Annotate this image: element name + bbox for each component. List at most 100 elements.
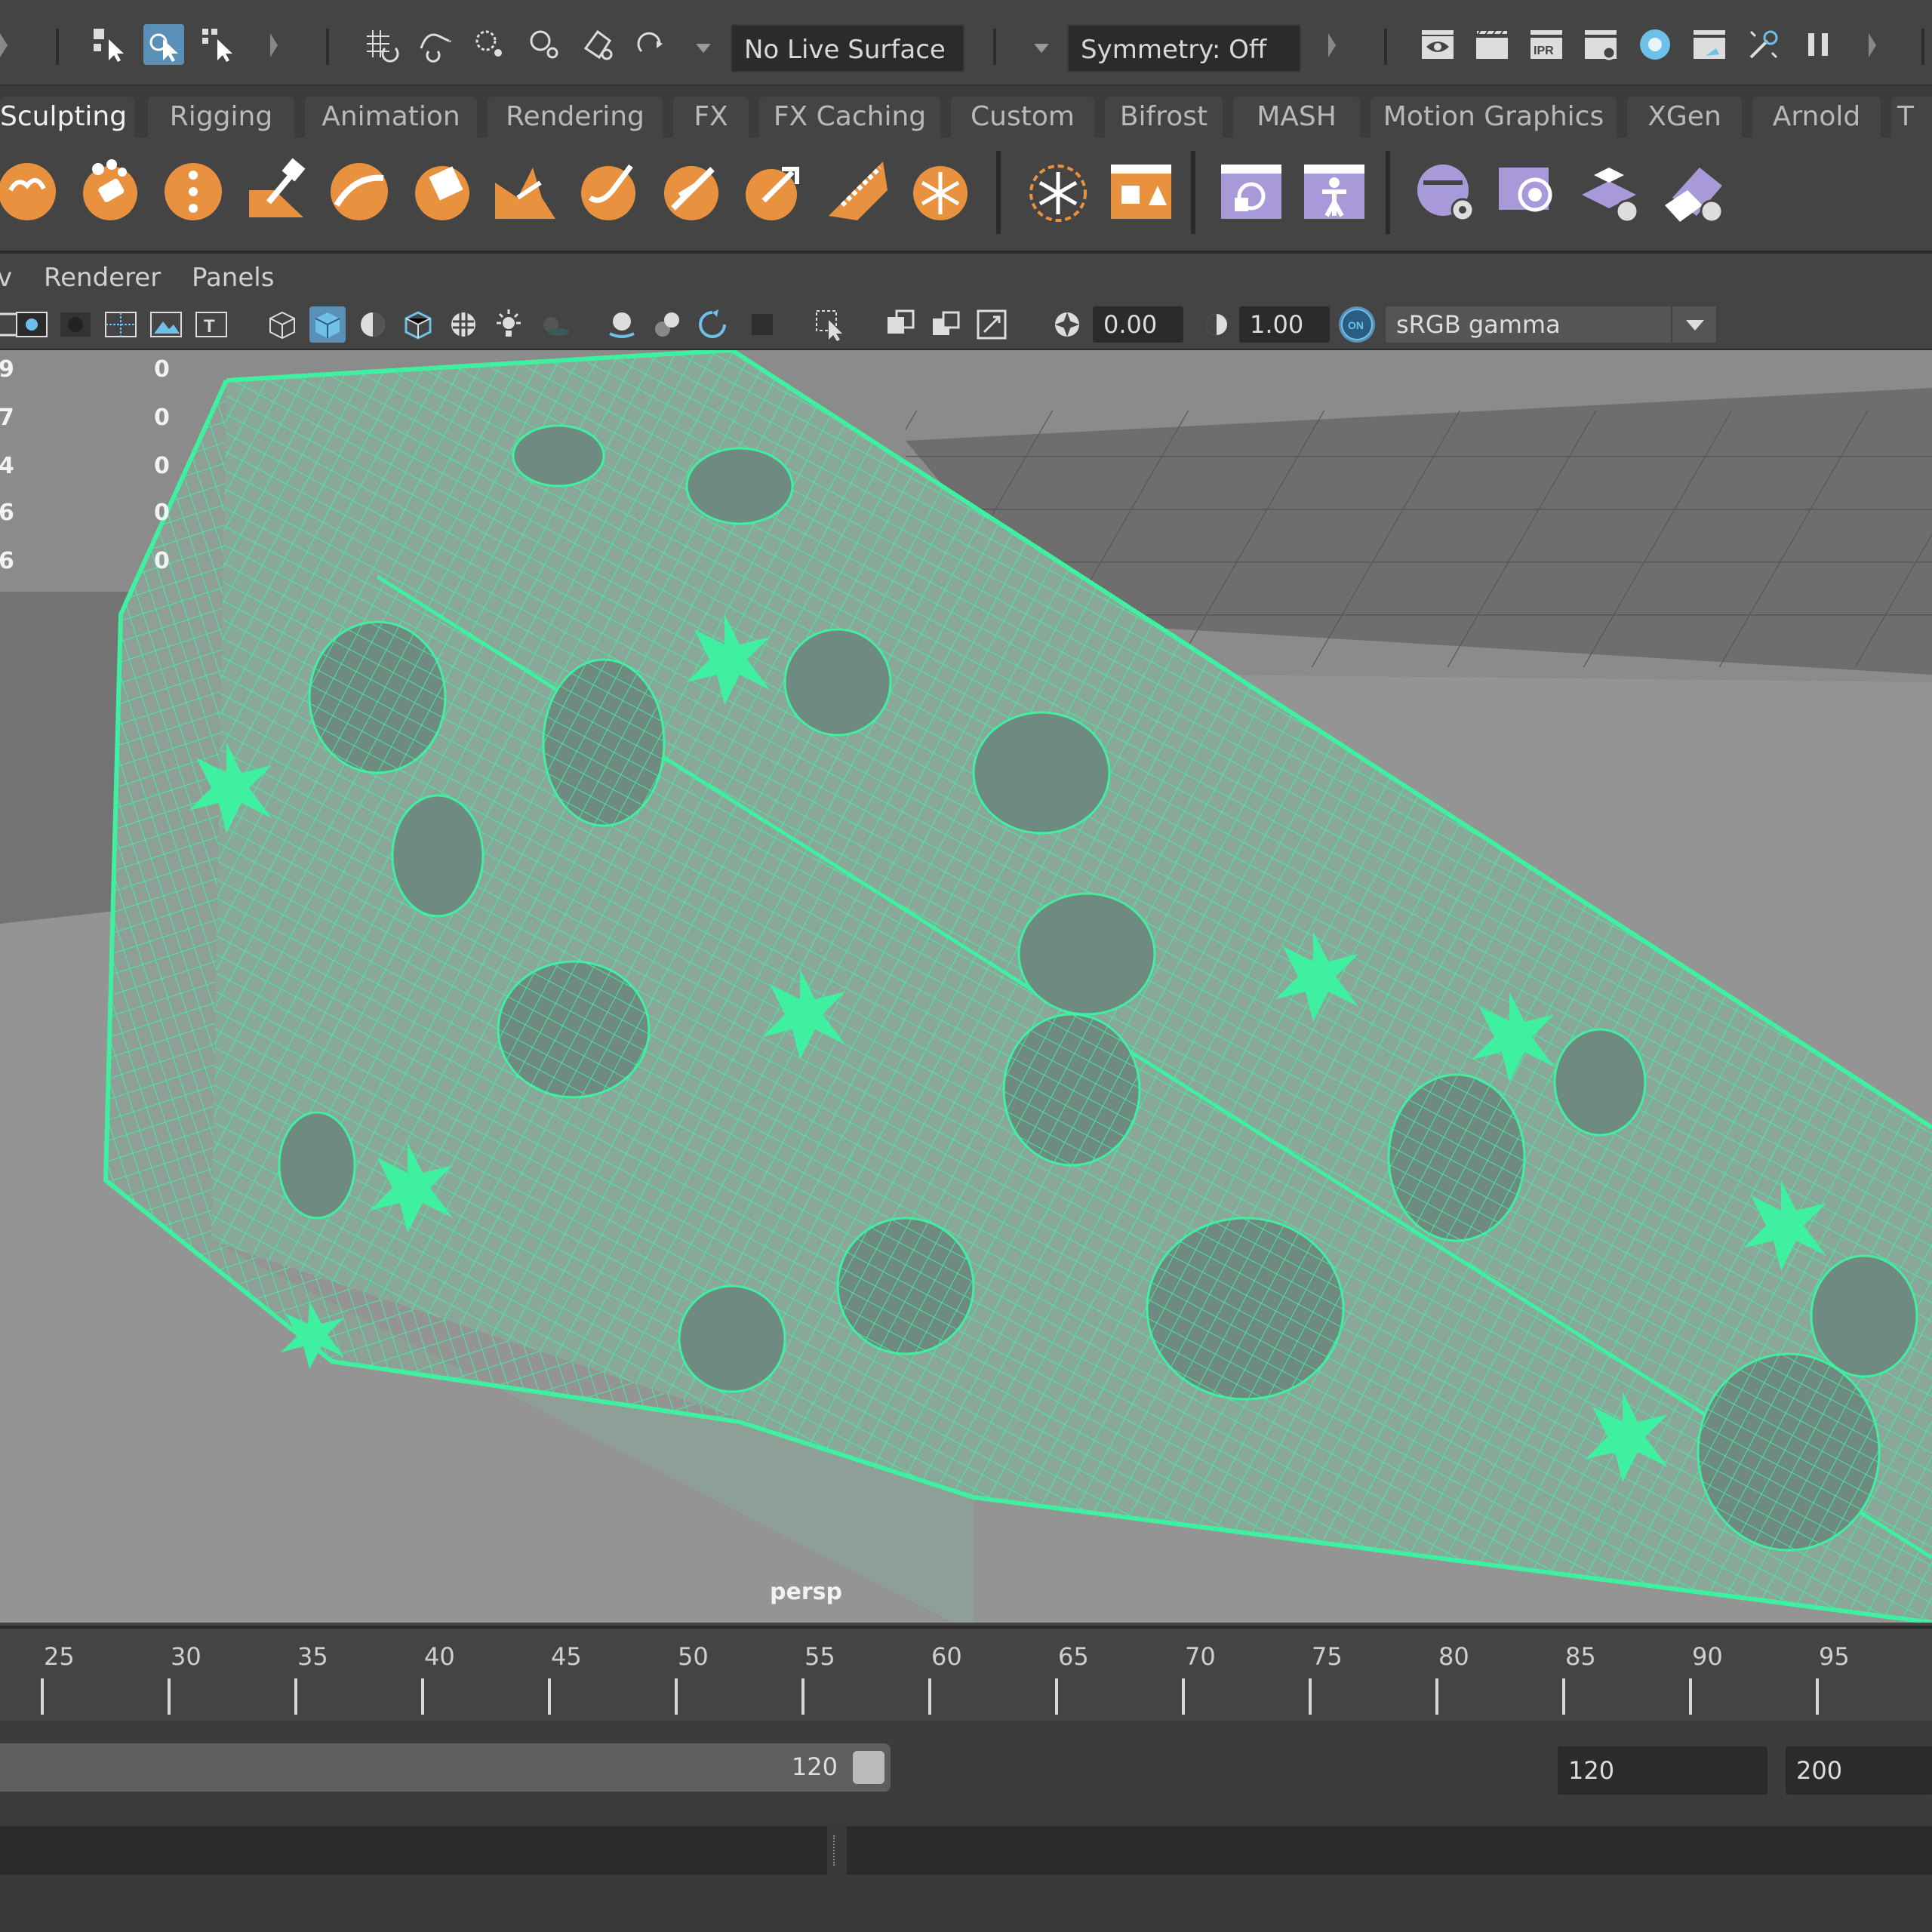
xray-icon[interactable]: [883, 306, 919, 343]
image-plane-icon[interactable]: [14, 306, 50, 343]
exposure-icon[interactable]: [1049, 306, 1085, 343]
sculpt-tool-icon[interactable]: [0, 152, 65, 228]
panel-menu: v Renderer Panels: [0, 257, 1932, 302]
sculpt-layer-icon[interactable]: [1408, 152, 1484, 228]
film-gate-icon[interactable]: [148, 306, 184, 343]
tab-fx-caching[interactable]: FX Caching: [759, 97, 940, 137]
range-slider-track[interactable]: 120: [0, 1743, 891, 1792]
use-all-lights-icon[interactable]: [491, 306, 527, 343]
anti-aliasing-icon[interactable]: [694, 306, 731, 343]
exposure-field[interactable]: 0.00: [1093, 306, 1183, 343]
layer-stack-icon[interactable]: [1491, 152, 1567, 228]
tick-label: 35: [297, 1642, 328, 1671]
select-by-component-icon[interactable]: [198, 24, 238, 65]
render-setup-icon[interactable]: [1743, 24, 1784, 65]
smooth-tool-icon[interactable]: [72, 152, 148, 228]
depth-of-field-icon[interactable]: [744, 306, 780, 343]
grease-pencil-icon[interactable]: [57, 306, 94, 343]
viewport-persp[interactable]: 9 0 7 0 4 0 6 0 6 0 persp: [0, 350, 1932, 1623]
textured-icon[interactable]: [445, 306, 481, 343]
wireframe-on-shaded-icon[interactable]: [400, 306, 436, 343]
shadows-icon[interactable]: [536, 306, 572, 343]
foamy-tool-icon[interactable]: [488, 152, 563, 228]
freeze-outline-icon[interactable]: [1020, 152, 1096, 228]
grid-icon[interactable]: [103, 306, 139, 343]
xray-components-icon[interactable]: [974, 306, 1010, 343]
collapse-arrow-icon[interactable]: [1869, 33, 1876, 57]
collapse-arrow-icon[interactable]: [270, 33, 278, 57]
repeat-tool-icon[interactable]: [654, 152, 729, 228]
tab-animation[interactable]: Animation: [305, 97, 477, 137]
select-by-hierarchy-icon[interactable]: [89, 24, 130, 65]
tab-truncated[interactable]: T: [1891, 97, 1932, 137]
tab-xgen[interactable]: XGen: [1627, 97, 1742, 137]
relax-tool-icon[interactable]: [155, 152, 231, 228]
flatten-tool-icon[interactable]: [405, 152, 480, 228]
gamma-field[interactable]: 1.00: [1239, 306, 1330, 343]
view-transform-dropdown[interactable]: [1671, 306, 1716, 343]
pinch-tool-icon[interactable]: [321, 152, 397, 228]
resolution-gate-icon[interactable]: T: [193, 306, 229, 343]
wireframe-icon[interactable]: [264, 306, 300, 343]
motion-blur-icon[interactable]: [649, 306, 685, 343]
ipr-render-icon[interactable]: IPR: [1526, 24, 1567, 65]
tab-rendering[interactable]: Rendering: [488, 97, 663, 137]
menu-renderer[interactable]: Renderer: [44, 263, 161, 293]
light-editor-icon[interactable]: [1689, 24, 1730, 65]
snap-to-view-plane-icon[interactable]: [524, 24, 565, 65]
live-surface-field[interactable]: No Live Surface: [731, 24, 964, 72]
smooth-shade-icon[interactable]: [309, 306, 346, 343]
collapse-arrow-icon[interactable]: [1328, 33, 1336, 57]
tab-fx[interactable]: FX: [673, 97, 749, 137]
collapse-arrow-icon[interactable]: [0, 33, 8, 57]
command-input[interactable]: [0, 1826, 827, 1875]
end-time-field[interactable]: 120: [1558, 1746, 1767, 1795]
wax-tool-icon[interactable]: [820, 152, 895, 228]
snap-to-curve-icon[interactable]: [415, 24, 456, 65]
tab-sculpting[interactable]: Sculpting: [0, 97, 134, 137]
tab-motion-graphics[interactable]: Motion Graphics: [1371, 97, 1617, 137]
tab-arnold[interactable]: Arnold: [1752, 97, 1881, 137]
menu-view-truncated[interactable]: v: [0, 263, 12, 293]
ambient-occlusion-icon[interactable]: [604, 306, 640, 343]
separator: [1386, 151, 1390, 234]
tick-label: 75: [1312, 1642, 1343, 1671]
max-time-field[interactable]: 200: [1786, 1746, 1932, 1795]
view-transform-select[interactable]: sRGB gamma: [1386, 306, 1715, 343]
default-material-icon[interactable]: [355, 306, 391, 343]
time-slider[interactable]: [0, 1626, 1932, 1719]
character-editor-icon[interactable]: [1297, 152, 1372, 228]
snap-to-grid-icon[interactable]: [361, 24, 401, 65]
select-by-object-icon[interactable]: [143, 24, 184, 65]
freeze-tool-icon[interactable]: [903, 152, 978, 228]
menu-panels[interactable]: Panels: [192, 263, 274, 293]
render-current-frame-icon[interactable]: [1472, 24, 1512, 65]
render-view-icon[interactable]: [1417, 24, 1458, 65]
mesh-editor-icon[interactable]: [1214, 152, 1289, 228]
dropdown-icon[interactable]: [696, 44, 711, 53]
color-management-toggle[interactable]: ON: [1339, 306, 1375, 343]
stamp-icon[interactable]: [1574, 152, 1650, 228]
symmetry-field[interactable]: Symmetry: Off: [1067, 24, 1301, 72]
eraser-icon[interactable]: [1657, 152, 1733, 228]
snap-to-projected-center-icon[interactable]: [632, 24, 673, 65]
grab-tool-icon[interactable]: [238, 152, 314, 228]
gamma-icon[interactable]: [1198, 306, 1235, 343]
render-settings-icon[interactable]: [1580, 24, 1621, 65]
splitter-handle[interactable]: [833, 1835, 839, 1866]
tab-bifrost[interactable]: Bifrost: [1105, 97, 1223, 137]
isolate-select-icon[interactable]: [812, 306, 848, 343]
tab-custom[interactable]: Custom: [951, 97, 1094, 137]
tab-mash[interactable]: MASH: [1233, 97, 1360, 137]
make-live-icon[interactable]: [578, 24, 619, 65]
dropdown-icon[interactable]: [1034, 44, 1049, 53]
spray-tool-icon[interactable]: [571, 152, 646, 228]
range-slider-handle[interactable]: [853, 1751, 884, 1784]
imprint-tool-icon[interactable]: [737, 152, 812, 228]
xray-joints-icon[interactable]: [928, 306, 964, 343]
hypershade-icon[interactable]: [1635, 24, 1675, 65]
snap-to-point-icon[interactable]: [469, 24, 510, 65]
sculpt-settings-icon[interactable]: [1103, 152, 1179, 228]
tab-rigging[interactable]: Rigging: [148, 97, 294, 137]
pause-icon[interactable]: [1798, 24, 1838, 65]
